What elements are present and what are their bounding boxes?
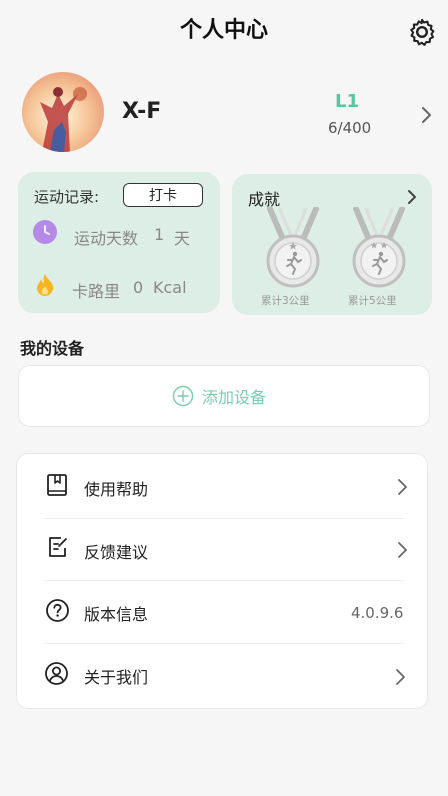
my-devices-title: 我的设备: [20, 339, 85, 358]
version-number: 4.0.9.6: [351, 604, 404, 622]
user-circle-icon: [45, 662, 68, 685]
checkin-button[interactable]: 打卡: [123, 183, 203, 207]
profile-chevron-right-icon[interactable]: [420, 106, 434, 124]
gear-icon[interactable]: [406, 16, 438, 48]
menu-item-version-label: 版本信息: [84, 605, 149, 624]
exercise-days-unit: 天: [174, 229, 191, 248]
menu-divider: [44, 643, 404, 644]
menu-item-help-label: 使用帮助: [84, 480, 149, 499]
exercise-days-value: 1: [154, 225, 165, 244]
edit-note-icon: [49, 537, 67, 557]
achievements-chevron-right-icon[interactable]: [406, 189, 418, 205]
add-device-button[interactable]: 添加设备: [172, 384, 266, 408]
medal-5km-caption: 累计5公里: [348, 295, 397, 307]
clock-icon: [33, 220, 57, 244]
medal-3km-caption: 累计3公里: [261, 295, 310, 307]
menu-help-chevron-right-icon: [398, 479, 407, 495]
medal-5km-icon[interactable]: [348, 207, 410, 291]
plus-circle-icon: [172, 385, 194, 407]
exercise-days-label: 运动天数: [74, 229, 139, 248]
level-badge: L1: [335, 91, 359, 112]
book-icon: [47, 474, 67, 496]
menu-item-about-label: 关于我们: [84, 668, 149, 687]
menu-item-feedback-label: 反馈建议: [84, 543, 149, 562]
menu-divider: [44, 580, 404, 581]
menu-feedback-chevron-right-icon: [398, 542, 407, 558]
page-title: 个人中心: [179, 18, 268, 43]
exercise-record-label: 运动记录:: [34, 188, 100, 206]
calories-unit: Kcal: [153, 278, 187, 297]
calories-value: 0: [133, 278, 144, 297]
help-circle-icon: [46, 599, 69, 622]
add-device-label: 添加设备: [202, 388, 267, 407]
medal-3km-icon[interactable]: [262, 207, 324, 291]
username: X-F: [122, 99, 162, 124]
calories-label: 卡路里: [72, 282, 121, 301]
level-progress: 6/400: [328, 119, 372, 137]
menu-divider: [44, 518, 404, 519]
menu-about-chevron-right-icon: [396, 669, 405, 685]
avatar[interactable]: [22, 72, 104, 152]
flame-icon: [37, 274, 54, 296]
